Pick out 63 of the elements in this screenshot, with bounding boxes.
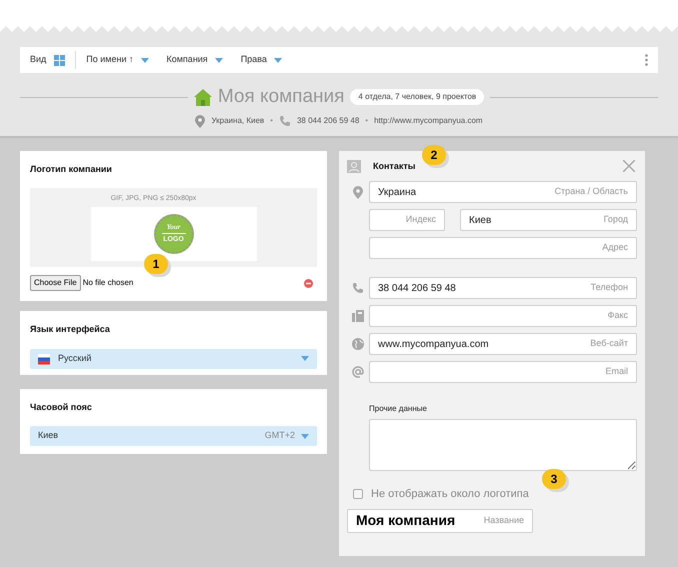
notes-field[interactable]	[369, 419, 637, 471]
text-field[interactable]: Украина Страна / Область	[369, 181, 637, 203]
close-icon[interactable]	[623, 160, 635, 172]
card-title: Язык интерфейса	[30, 323, 111, 336]
field-hint: Название	[482, 514, 524, 527]
text-field[interactable]: 38 044 206 59 48 Телефон	[369, 277, 637, 299]
sort-menu[interactable]: Компания	[166, 53, 223, 67]
person-icon	[347, 160, 361, 173]
text-field[interactable]: Моя компания Название	[347, 508, 533, 532]
caret-icon	[301, 434, 309, 438]
flag-icon	[38, 352, 50, 364]
field-hint: Страна / Область	[554, 185, 628, 198]
card-title: Часовой пояс	[30, 400, 93, 414]
field-value: Украина	[378, 186, 416, 200]
at-sign-icon	[352, 366, 364, 378]
phone-icon	[278, 115, 291, 127]
house-icon	[194, 88, 212, 106]
company-title: Моя компания	[218, 85, 344, 109]
separator-dot: •	[365, 115, 368, 127]
sort-menu[interactable]: По имени ↑	[86, 53, 148, 67]
field-value: Киев	[469, 214, 492, 228]
field-value: Моя компания	[356, 511, 456, 530]
caret-icon	[140, 58, 148, 62]
globe-icon	[352, 338, 364, 350]
caret-icon	[214, 58, 223, 62]
field-value: 38 044 206 59 48	[378, 282, 456, 296]
field-hint: Факс	[606, 309, 628, 322]
location-text: Украина, Киев	[211, 115, 264, 127]
text-field[interactable]: Киев Город	[460, 209, 637, 231]
more-icon[interactable]	[645, 54, 648, 66]
checkbox-label: Не отображать около логотипа	[371, 487, 529, 502]
separator-dot: •	[270, 115, 273, 127]
hide-checkbox[interactable]	[353, 489, 363, 500]
phone-icon	[352, 282, 364, 294]
callout-marker: 2	[422, 144, 446, 164]
remove-icon[interactable]	[304, 278, 313, 288]
language-select[interactable]: Русский	[30, 348, 317, 368]
file-status: No file chosen	[82, 277, 134, 289]
text-field[interactable]: www.mycompanyua.com Веб-сайт	[369, 333, 637, 355]
view-label: Вид	[30, 53, 46, 66]
field-hint: Телефон	[590, 281, 628, 294]
sort-menu[interactable]: Права	[240, 53, 282, 67]
phone-text: 38 044 206 59 48	[296, 115, 360, 127]
field-label: Прочие данные	[369, 403, 428, 415]
caret-icon	[274, 58, 282, 62]
timezone-select[interactable]: Киев GMT+2	[30, 426, 317, 446]
stats-badge: 4 отдела, 7 человек, 9 проектов	[350, 89, 484, 106]
field-hint: Веб-сайт	[589, 337, 628, 350]
pin-icon	[353, 186, 363, 198]
callout-marker: 3	[542, 468, 566, 488]
field-value: www.mycompanyua.com	[378, 338, 489, 352]
caret-icon	[301, 356, 309, 361]
panel-title: Контакты	[373, 160, 416, 172]
choose-file-button[interactable]: Choose File	[30, 275, 81, 291]
field-hint: Email	[604, 365, 628, 378]
pin-icon	[195, 114, 206, 128]
grid-view-icon[interactable]	[54, 54, 66, 66]
field-hint: Город	[602, 213, 628, 226]
fax-icon	[352, 310, 364, 322]
field-hint: Адрес	[601, 241, 628, 254]
website-link[interactable]: http://www.mycompanyua.com	[374, 115, 483, 127]
card-title: Логотип компании	[30, 162, 113, 176]
field-hint: Индекс	[404, 213, 436, 226]
